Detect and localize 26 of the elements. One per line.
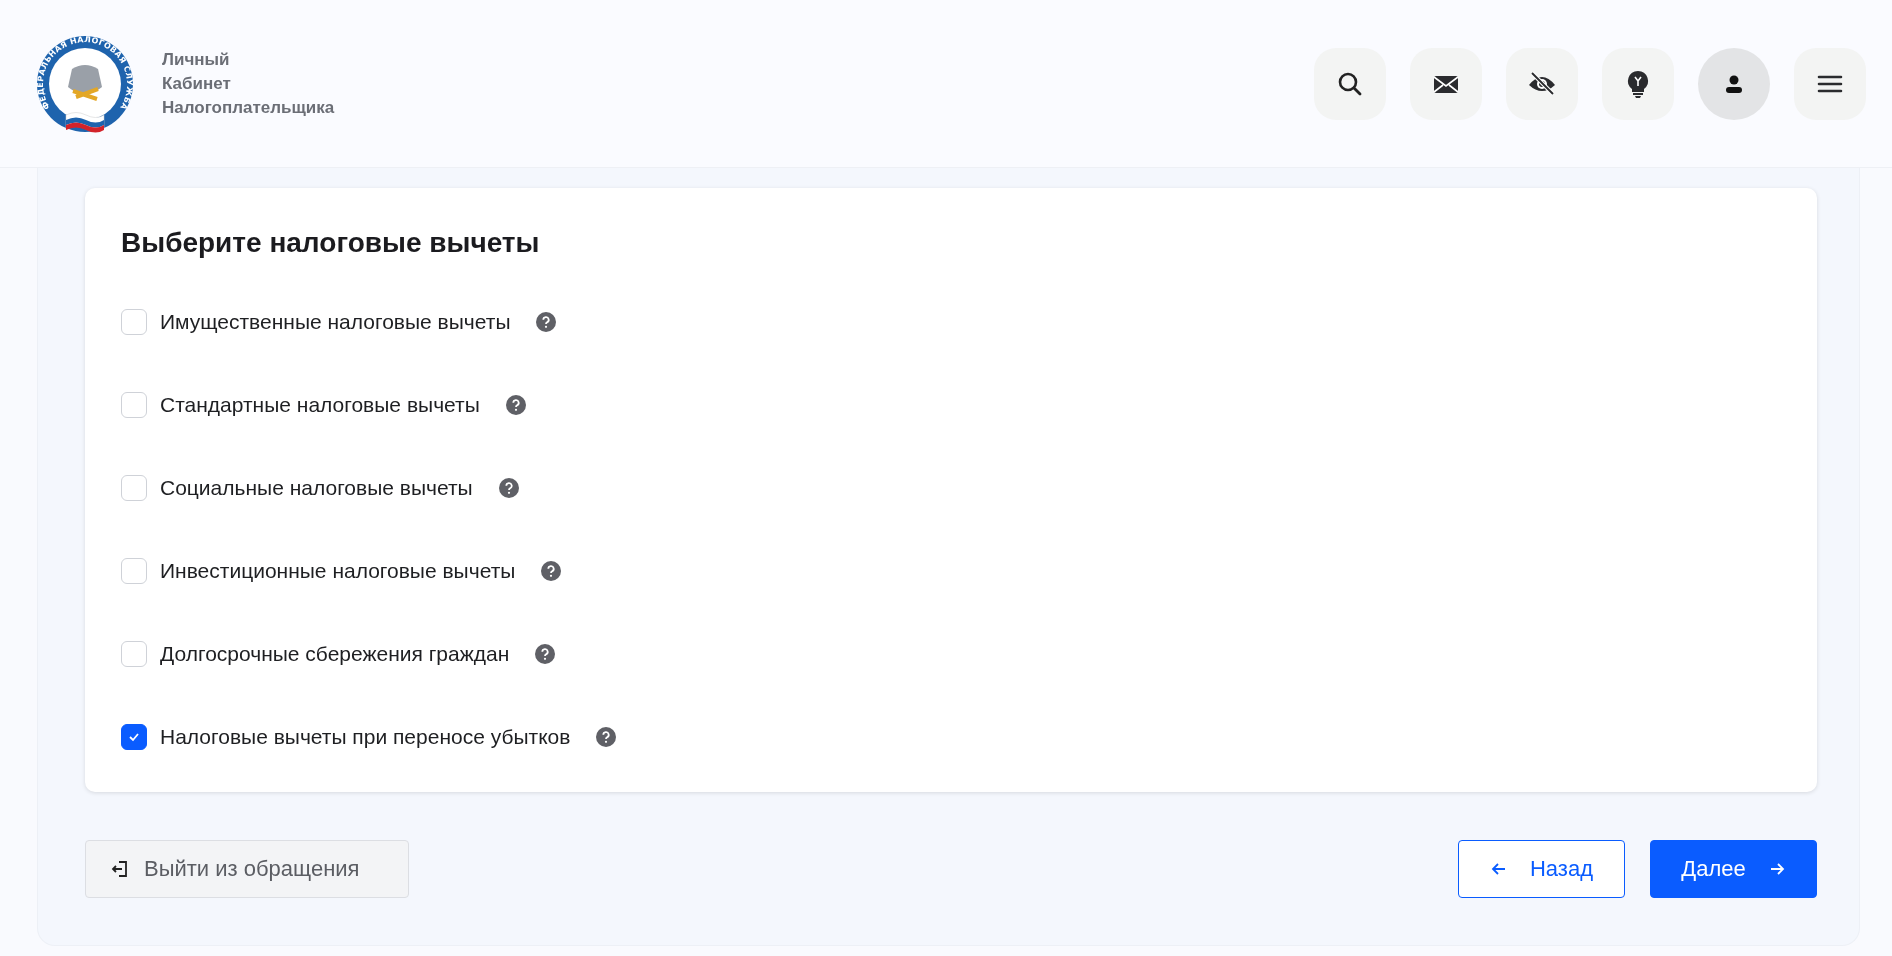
option-label[interactable]: Имущественные налоговые вычеты xyxy=(160,309,511,334)
back-button[interactable]: Назад xyxy=(1458,840,1625,898)
option-label[interactable]: Социальные налоговые вычеты xyxy=(160,475,473,500)
option-label[interactable]: Инвестиционные налоговые вычеты xyxy=(160,558,516,583)
brand-title-line: Личный xyxy=(162,48,231,71)
card-title: Выберите налоговые вычеты xyxy=(121,226,541,260)
lightbulb-button[interactable] xyxy=(1602,47,1674,120)
search-button[interactable] xyxy=(1314,47,1386,120)
checkbox[interactable] xyxy=(121,723,147,750)
help-icon[interactable] xyxy=(596,726,617,747)
option-label[interactable]: Стандартные налоговые вычеты xyxy=(160,392,480,417)
mail-button[interactable] xyxy=(1410,47,1482,120)
option-label[interactable]: Долгосрочные сбережения граждан xyxy=(160,641,510,666)
help-icon[interactable] xyxy=(541,560,562,581)
help-icon[interactable] xyxy=(505,394,526,415)
option-label[interactable]: Налоговые вычеты при переносе убытков xyxy=(160,724,571,749)
menu-button[interactable] xyxy=(1794,47,1866,120)
help-icon[interactable] xyxy=(536,311,557,332)
brand-title-line: Кабинет xyxy=(162,72,232,95)
exit-icon xyxy=(110,859,130,879)
help-icon[interactable] xyxy=(498,477,519,498)
brand-title-line: Налогоплательщика xyxy=(162,96,335,119)
eye-off-button[interactable] xyxy=(1506,47,1578,120)
next-button[interactable]: Далее xyxy=(1650,840,1817,898)
help-icon[interactable] xyxy=(535,643,556,664)
exit-button[interactable]: Выйти из обращения xyxy=(85,840,409,898)
